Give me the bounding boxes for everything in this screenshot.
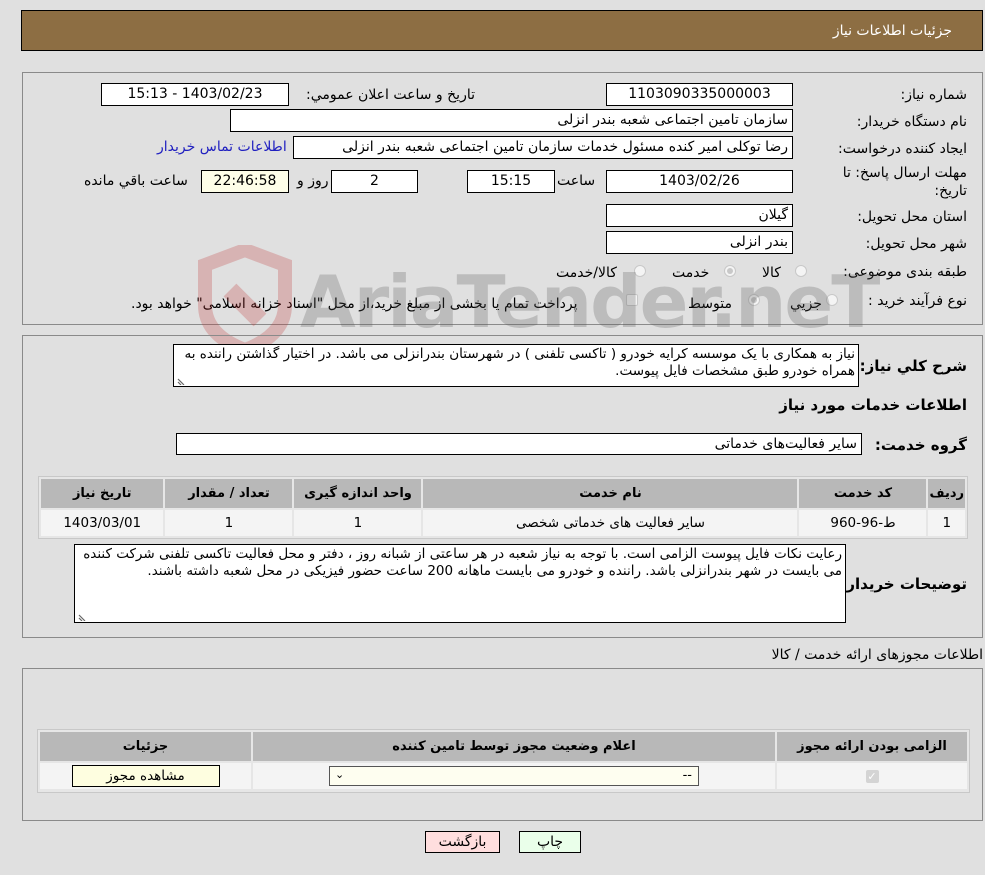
- permit-status-value: --: [682, 768, 692, 783]
- description-label: شرح کلي نياز:: [859, 357, 967, 375]
- city-field: بندر انزلی: [606, 231, 793, 254]
- service-group-label: گروه خدمت:: [874, 436, 967, 454]
- col-permit-required: الزامی بودن ارائه مجوز: [777, 732, 967, 761]
- category-radio-goods-service[interactable]: [634, 265, 646, 277]
- col-quantity: تعداد / مقدار: [165, 479, 293, 508]
- view-permit-button[interactable]: مشاهده مجوز: [71, 765, 220, 787]
- cell-permit-required: ✓: [777, 763, 967, 789]
- description-text: نیاز به همکاری با یک موسسه کرایه خودرو (…: [184, 346, 855, 379]
- table-row: 1 ط-96-960 سایر فعالیت های خدماتی شخصی 1…: [41, 510, 965, 536]
- services-section-title: اطلاعات خدمات مورد نیاز: [779, 396, 967, 414]
- process-option-minor: جزيي: [790, 296, 822, 312]
- permit-status-select[interactable]: -- ⌄: [329, 766, 699, 786]
- announce-datetime-label: تاریخ و ساعت اعلان عمومي:: [306, 87, 475, 103]
- page-header: جزئیات اطلاعات نیاز: [21, 10, 983, 51]
- treasury-checkbox[interactable]: [626, 294, 638, 306]
- category-option-goods: کالا: [762, 265, 781, 281]
- permits-table-wrapper: الزامی بودن ارائه مجوز اعلام وضعیت مجوز …: [37, 729, 970, 793]
- services-table-wrapper: ردیف کد خدمت نام خدمت واحد اندازه گیری ت…: [38, 476, 968, 539]
- requester-field: رضا توکلی امیر کنده مسئول خدمات سازمان ت…: [293, 136, 793, 159]
- chevron-down-icon: ⌄: [335, 768, 345, 781]
- col-service-name: نام خدمت: [423, 479, 798, 508]
- permits-table: الزامی بودن ارائه مجوز اعلام وضعیت مجوز …: [38, 730, 969, 791]
- category-label: طبقه بندی موضوعی:: [843, 264, 967, 280]
- table-row: ✓ -- ⌄ مشاهده مجوز: [40, 763, 967, 789]
- process-radio-minor[interactable]: [826, 294, 838, 306]
- category-option-service: خدمت: [672, 265, 710, 281]
- col-permit-details: جزئیات: [40, 732, 251, 761]
- deadline-time-label: ساعت: [557, 173, 596, 189]
- process-option-medium: متوسط: [688, 296, 732, 312]
- col-need-date: تاریخ نیاز: [41, 479, 164, 508]
- deadline-time-field: 15:15: [467, 170, 555, 193]
- col-row-number: ردیف: [928, 479, 965, 508]
- col-permit-status: اعلام وضعیت مجوز توسط تامین کننده: [253, 732, 775, 761]
- process-radio-medium[interactable]: [748, 294, 760, 306]
- need-number-label: شماره نیاز:: [900, 87, 968, 103]
- category-radio-goods[interactable]: [795, 265, 807, 277]
- deadline-date-field: 1403/02/26: [606, 170, 793, 193]
- description-textarea[interactable]: نیاز به همکاری با یک موسسه کرایه خودرو (…: [173, 344, 859, 387]
- permits-section-title: اطلاعات مجوزهای ارائه خدمت / کالا: [771, 647, 983, 663]
- buyer-notes-label: توضیحات خریدار:: [840, 575, 967, 593]
- remaining-time-field: 22:46:58: [201, 170, 289, 193]
- print-button[interactable]: چاپ: [519, 831, 581, 853]
- cell-unit: 1: [294, 510, 422, 536]
- city-label: شهر محل تحویل:: [865, 236, 967, 252]
- resize-handle-icon[interactable]: [176, 375, 186, 385]
- treasury-note: پرداخت تمام یا بخشی از مبلغ خرید،از محل …: [131, 296, 578, 312]
- remaining-label: ساعت باقي مانده: [84, 173, 188, 189]
- permit-required-checkbox: ✓: [865, 770, 879, 783]
- days-label: روز و: [297, 173, 329, 189]
- cell-row-number: 1: [928, 510, 965, 536]
- category-radio-service[interactable]: [724, 265, 736, 277]
- resize-handle-icon[interactable]: [77, 611, 87, 621]
- services-table: ردیف کد خدمت نام خدمت واحد اندازه گیری ت…: [39, 477, 967, 538]
- cell-quantity: 1: [165, 510, 293, 536]
- requester-label: ایجاد کننده درخواست:: [838, 141, 967, 157]
- services-table-header: ردیف کد خدمت نام خدمت واحد اندازه گیری ت…: [41, 479, 965, 508]
- remaining-days-field: 2: [331, 170, 418, 193]
- buyer-notes-textarea[interactable]: رعایت نکات فایل پیوست الزامی است. با توج…: [74, 544, 846, 623]
- category-option-goods-service: کالا/خدمت: [556, 265, 617, 281]
- cell-service-code: ط-96-960: [799, 510, 927, 536]
- service-group-field: سایر فعالیت‌های خدماتی: [176, 433, 862, 455]
- col-unit: واحد اندازه گیری: [294, 479, 422, 508]
- need-number-field: 1103090335000003: [606, 83, 793, 106]
- deadline-label: مهلت ارسال پاسخ: تا تاریخ:: [842, 165, 967, 199]
- back-button[interactable]: بازگشت: [425, 831, 500, 853]
- cell-need-date: 1403/03/01: [41, 510, 164, 536]
- cell-service-name: سایر فعالیت های خدماتی شخصی: [423, 510, 798, 536]
- announce-datetime-field: 1403/02/23 - 15:13: [101, 83, 289, 106]
- province-field: گیلان: [606, 204, 793, 227]
- permits-table-header: الزامی بودن ارائه مجوز اعلام وضعیت مجوز …: [40, 732, 967, 761]
- col-service-code: کد خدمت: [799, 479, 927, 508]
- province-label: استان محل تحویل:: [857, 209, 967, 225]
- buyer-org-label: نام دستگاه خریدار:: [856, 114, 967, 130]
- process-type-label: نوع فرآیند خرید :: [868, 293, 967, 309]
- buyer-contact-link[interactable]: اطلاعات تماس خریدار: [157, 139, 287, 155]
- buyer-org-field: سازمان تامین اجتماعی شعبه بندر انزلی: [230, 109, 793, 132]
- cell-permit-details: مشاهده مجوز: [40, 763, 251, 789]
- cell-permit-status: -- ⌄: [253, 763, 775, 789]
- buyer-notes-text: رعایت نکات فایل پیوست الزامی است. با توج…: [83, 546, 842, 579]
- page-title: جزئیات اطلاعات نیاز: [832, 23, 952, 39]
